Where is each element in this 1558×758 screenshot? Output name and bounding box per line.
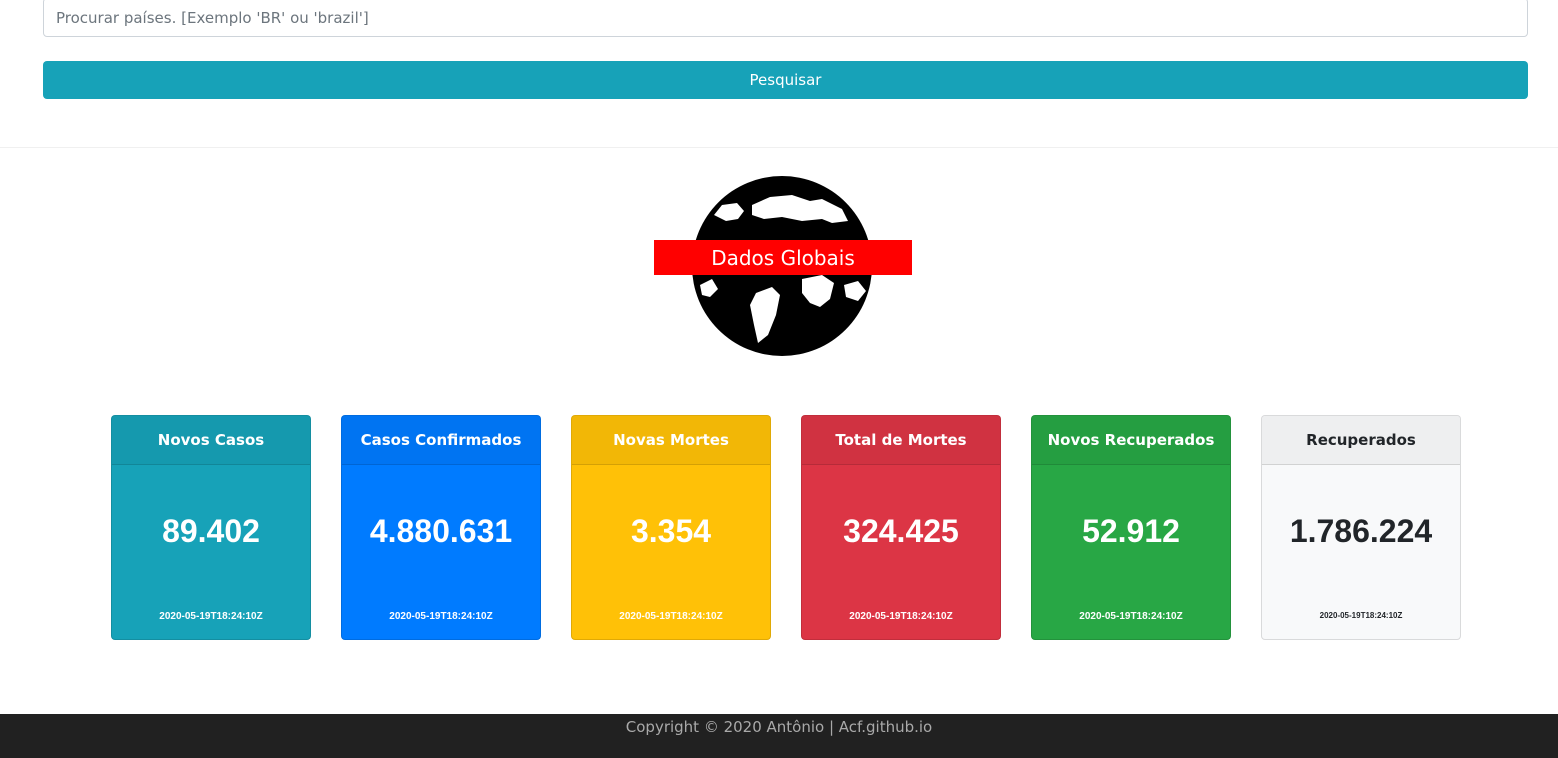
- card-novos-casos: Novos Casos 89.402 2020-05-19T18:24:10Z: [111, 415, 311, 640]
- search-button[interactable]: Pesquisar: [43, 61, 1528, 99]
- card-value: 4.880.631: [369, 513, 513, 549]
- card-total-de-mortes: Total de Mortes 324.425 2020-05-19T18:24…: [801, 415, 1001, 640]
- card-value: 3.354: [630, 513, 712, 549]
- footer-copyright: Copyright © 2020 Antônio | Acf.github.io: [625, 718, 933, 736]
- card-value: 52.912: [1082, 513, 1180, 549]
- logo-title: Dados Globais: [711, 245, 855, 270]
- card-value: 89.402: [162, 513, 260, 549]
- card-novos-recuperados: Novos Recuperados 52.912 2020-05-19T18:2…: [1031, 415, 1231, 640]
- footer: Copyright © 2020 Antônio | Acf.github.io: [0, 714, 1558, 758]
- card-value: 1.786.224: [1289, 513, 1433, 549]
- card-title: Casos Confirmados: [342, 416, 540, 465]
- card-title: Total de Mortes: [802, 416, 1000, 465]
- card-date: 2020-05-19T18:24:10Z: [849, 611, 953, 622]
- search-input[interactable]: [43, 0, 1528, 37]
- card-date: 2020-05-19T18:24:10Z: [1079, 611, 1183, 622]
- card-date: 2020-05-19T18:24:10Z: [159, 611, 263, 622]
- card-recuperados: Recuperados 1.786.224 2020-05-19T18:24:1…: [1261, 415, 1461, 640]
- card-title: Novos Recuperados: [1032, 416, 1230, 465]
- card-date: 2020-05-19T18:24:10Z: [389, 611, 493, 622]
- card-date: 2020-05-19T18:24:10Z: [1319, 611, 1403, 620]
- divider: [0, 147, 1558, 148]
- card-value: 324.425: [843, 513, 959, 549]
- card-title: Novos Casos: [112, 416, 310, 465]
- card-novas-mortes: Novas Mortes 3.354 2020-05-19T18:24:10Z: [571, 415, 771, 640]
- card-casos-confirmados: Casos Confirmados 4.880.631 2020-05-19T1…: [341, 415, 541, 640]
- card-title: Recuperados: [1262, 416, 1460, 465]
- card-date: 2020-05-19T18:24:10Z: [619, 611, 723, 622]
- card-title: Novas Mortes: [572, 416, 770, 465]
